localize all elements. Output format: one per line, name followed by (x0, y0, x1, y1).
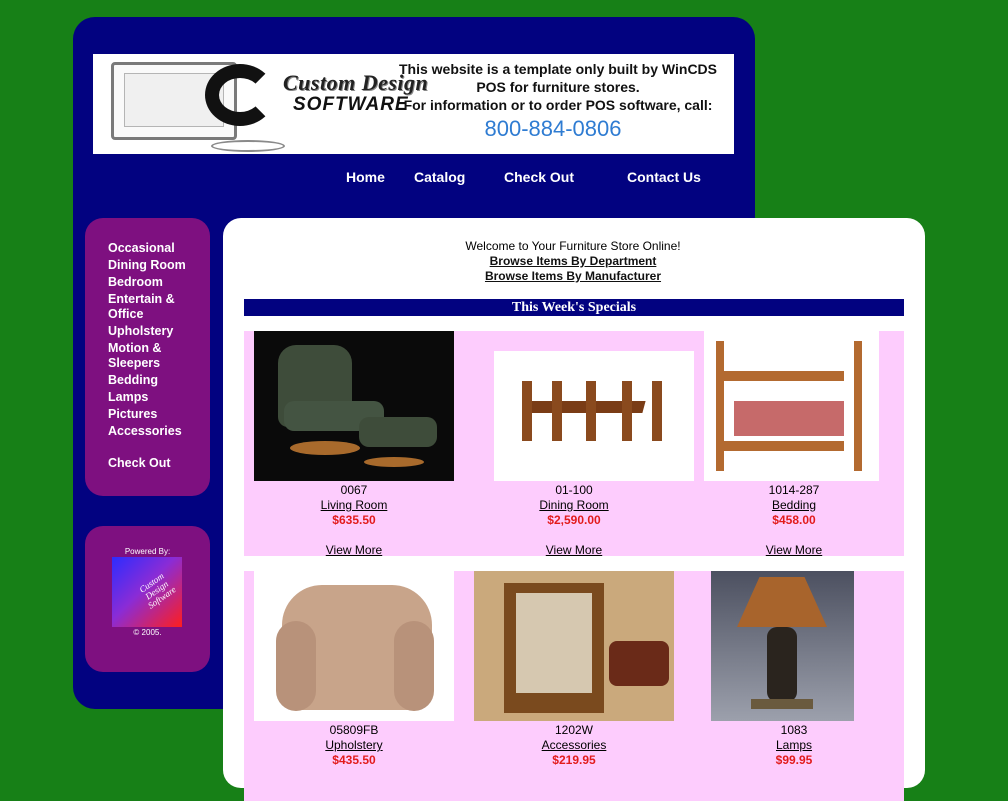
curio-cabinet-image (474, 571, 674, 721)
copyright-text: © 2005. (133, 628, 162, 637)
banner-info-line1: This website is a template only built by… (398, 61, 718, 77)
bunk-bed-image (704, 331, 879, 481)
product-code: 1083 (780, 723, 808, 737)
banner-info-line3: For information or to order POS software… (403, 97, 713, 113)
product-image[interactable] (474, 331, 694, 481)
product-category-link[interactable]: Accessories (474, 738, 674, 753)
product-code: 1014-287 (768, 483, 820, 497)
product-price: $2,590.00 (547, 513, 601, 527)
powered-by-panel: Powered By: Custom Design Software © 200… (85, 526, 210, 672)
product-row: 05809FB Upholstery $435.50 1202W Accesso… (244, 571, 904, 801)
product-category-link[interactable]: Living Room (254, 498, 454, 513)
banner: Custom Design SOFTWARE This website is a… (93, 54, 734, 154)
browse-manufacturer-link[interactable]: Browse Items By Manufacturer (223, 269, 923, 284)
product-category-link[interactable]: Dining Room (474, 498, 674, 513)
specials-heading: This Week's Specials (244, 299, 904, 316)
sidebar-item-bedding[interactable]: Bedding (108, 373, 198, 388)
nav-contact-link[interactable]: Contact Us (627, 169, 701, 185)
product-price: $458.00 (772, 513, 816, 527)
banner-info-line2: POS for furniture stores. (476, 79, 640, 95)
product-price: $219.95 (552, 753, 596, 767)
powered-by-logo-text: Custom Design Software (137, 570, 178, 611)
product-card: 0067 Living Room $635.50 View More (254, 331, 454, 558)
product-image[interactable] (694, 331, 894, 481)
sidebar-item-motion-sleepers[interactable]: Motion & Sleepers (108, 341, 198, 371)
product-code: 05809FB (329, 723, 379, 737)
department-sidebar: Occasional Dining Room Bedroom Entertain… (85, 218, 210, 496)
product-card: 05809FB Upholstery $435.50 (254, 571, 454, 768)
sidebar-item-accessories[interactable]: Accessories (108, 424, 198, 439)
product-category-link[interactable]: Lamps (694, 738, 894, 753)
product-image[interactable] (474, 571, 674, 721)
product-code: 01-100 (555, 483, 593, 497)
product-card: 01-100 Dining Room $2,590.00 View More (474, 331, 694, 558)
view-more-link[interactable]: View More (694, 543, 894, 558)
product-image[interactable] (254, 331, 454, 481)
sidebar-item-entertain-office[interactable]: Entertain & Office (108, 292, 198, 322)
product-card: 1014-287 Bedding $458.00 View More (694, 331, 894, 558)
department-list: Occasional Dining Room Bedroom Entertain… (108, 241, 198, 473)
sidebar-item-pictures[interactable]: Pictures (108, 407, 198, 422)
nav-checkout-link[interactable]: Check Out (504, 169, 574, 185)
product-category-link[interactable]: Bedding (694, 498, 894, 513)
dining-set-image (494, 351, 694, 481)
product-row: 0067 Living Room $635.50 View More 01-10… (244, 331, 904, 558)
product-category-link[interactable]: Upholstery (254, 738, 454, 753)
upholstery-chair-image (254, 571, 454, 721)
sidebar-item-lamps[interactable]: Lamps (108, 390, 198, 405)
view-more-link[interactable]: View More (254, 543, 454, 558)
product-card: 1202W Accessories $219.95 (474, 571, 674, 768)
recliner-image (254, 331, 454, 481)
sidebar-checkout-link[interactable]: Check Out (108, 456, 198, 471)
view-more-link[interactable]: View More (474, 543, 674, 558)
sidebar-item-bedroom[interactable]: Bedroom (108, 275, 198, 290)
product-price: $435.50 (332, 753, 376, 767)
main-content: Welcome to Your Furniture Store Online! … (223, 218, 925, 801)
banner-info: This website is a template only built by… (393, 60, 723, 114)
product-code: 1202W (554, 723, 594, 737)
monitor-stand-graphic (211, 140, 285, 152)
sidebar-item-upholstery[interactable]: Upholstery (108, 324, 198, 339)
product-price: $635.50 (332, 513, 376, 527)
product-image[interactable] (254, 571, 454, 721)
logo-text-bottom: SOFTWARE (293, 94, 409, 115)
welcome-text: Welcome to Your Furniture Store Online! (465, 239, 681, 253)
sidebar-item-dining-room[interactable]: Dining Room (108, 258, 198, 273)
phone-number: 800-884-0806 (484, 116, 622, 141)
powered-by-label: Powered By: (124, 547, 171, 556)
product-code: 0067 (340, 483, 368, 497)
powered-by-logo[interactable]: Custom Design Software (112, 557, 182, 627)
browse-department-link[interactable]: Browse Items By Department (223, 254, 923, 269)
welcome-block: Welcome to Your Furniture Store Online! … (223, 239, 923, 284)
product-image[interactable] (694, 571, 894, 721)
product-card: 1083 Lamps $99.95 (694, 571, 894, 768)
sidebar-item-occasional[interactable]: Occasional (108, 241, 198, 256)
table-lamp-image (711, 571, 854, 721)
nav-catalog-link[interactable]: Catalog (414, 169, 465, 185)
nav-home-link[interactable]: Home (346, 169, 385, 185)
product-price: $99.95 (775, 753, 813, 767)
logo-mark (205, 64, 275, 126)
